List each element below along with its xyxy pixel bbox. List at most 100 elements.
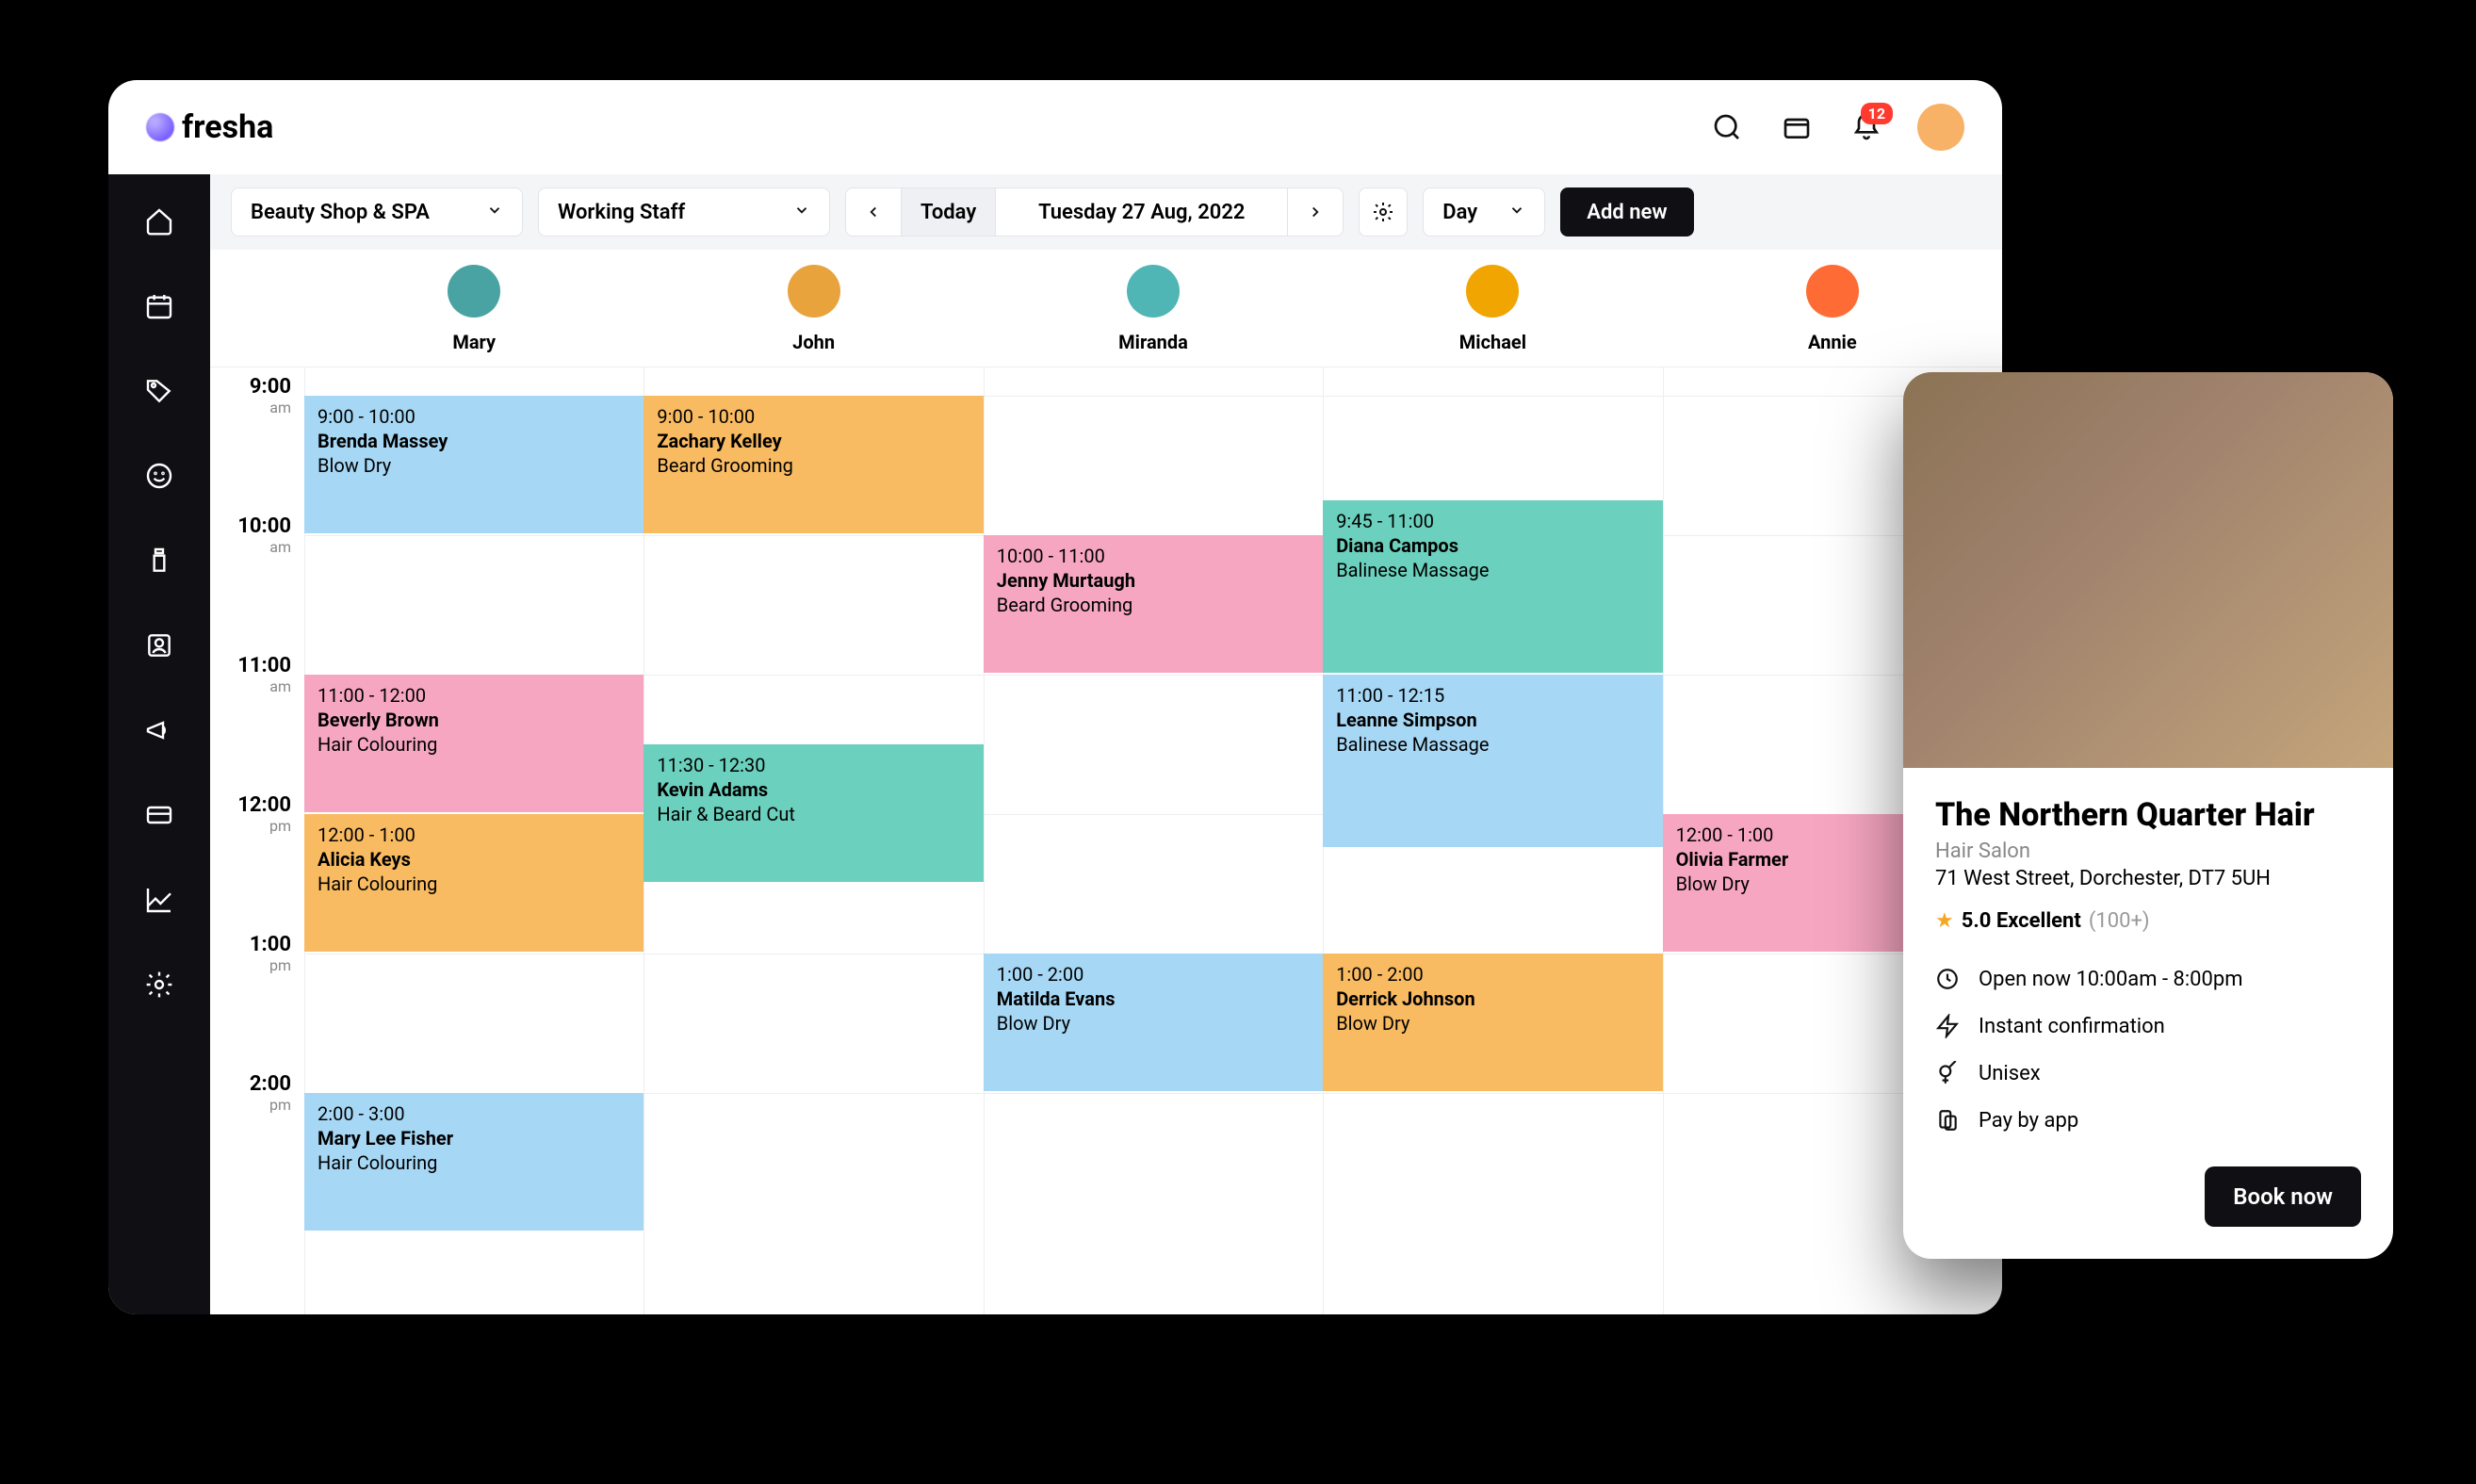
nav-marketing[interactable] xyxy=(140,711,178,749)
calendar-event[interactable]: 2:00 - 3:00Mary Lee FisherHair Colouring xyxy=(304,1093,643,1231)
calendar-grid[interactable]: 9:00am10:00am11:00am12:00pm1:00pm2:00pm … xyxy=(210,367,2002,1314)
calendar-event[interactable]: 11:00 - 12:15Leanne SimpsonBalinese Mass… xyxy=(1323,675,1662,847)
event-client: Derrick Johnson xyxy=(1336,987,1649,1010)
bottle-icon xyxy=(144,546,174,576)
feature-unisex: Unisex xyxy=(1935,1061,2361,1085)
smile-icon xyxy=(144,461,174,491)
gear-icon xyxy=(1372,201,1394,223)
event-service: Hair Colouring xyxy=(318,872,630,895)
clock-icon xyxy=(1935,967,1960,991)
staff-header[interactable]: Michael xyxy=(1323,250,1662,367)
view-dropdown[interactable]: Day xyxy=(1423,188,1545,236)
calendar-settings-button[interactable] xyxy=(1359,188,1408,236)
card-icon xyxy=(144,800,174,830)
time-column: 9:00am10:00am11:00am12:00pm1:00pm2:00pm xyxy=(210,367,304,1314)
nav-products[interactable] xyxy=(140,542,178,579)
calendar-event[interactable]: 10:00 - 11:00Jenny MurtaughBeard Groomin… xyxy=(984,535,1323,673)
nav-tags[interactable] xyxy=(140,372,178,410)
add-new-label: Add new xyxy=(1587,201,1667,224)
event-client: Leanne Simpson xyxy=(1336,709,1649,731)
staff-name: Annie xyxy=(1808,331,1857,353)
business-title: The Northern Quarter Hair xyxy=(1935,796,2361,834)
time-label: 9:00am xyxy=(250,375,291,416)
time-label: 12:00pm xyxy=(237,793,291,835)
search-button[interactable] xyxy=(1708,108,1746,146)
star-icon: ★ xyxy=(1935,909,1954,933)
app-window: fresha 12 xyxy=(108,80,2002,1314)
today-label: Today xyxy=(920,201,976,224)
staff-avatar xyxy=(1806,265,1859,318)
view-label: Day xyxy=(1442,201,1477,224)
brand-logo[interactable]: fresha xyxy=(146,108,273,146)
staff-filter-label: Working Staff xyxy=(558,201,685,224)
date-label: Tuesday 27 Aug, 2022 xyxy=(1038,201,1245,224)
megaphone-icon xyxy=(144,715,174,745)
features: Open now 10:00am - 8:00pm Instant confir… xyxy=(1935,967,2361,1133)
nav-team[interactable] xyxy=(140,627,178,664)
nav-calendar[interactable] xyxy=(140,287,178,325)
feature-pay: Pay by app xyxy=(1935,1108,2361,1133)
event-client: Brenda Massey xyxy=(318,430,630,452)
staff-header[interactable]: Miranda xyxy=(984,250,1323,367)
business-photo xyxy=(1903,372,2393,768)
calendar-event[interactable]: 1:00 - 2:00Derrick JohnsonBlow Dry xyxy=(1323,954,1662,1091)
nav-payments[interactable] xyxy=(140,796,178,834)
user-avatar[interactable] xyxy=(1917,104,1964,151)
location-dropdown[interactable]: Beauty Shop & SPA xyxy=(231,188,523,236)
business-address: 71 West Street, Dorchester, DT7 5UH xyxy=(1935,867,2361,890)
nav-clients[interactable] xyxy=(140,457,178,495)
event-client: Zachary Kelley xyxy=(657,430,969,452)
calendar-event[interactable]: 12:00 - 1:00Alicia KeysHair Colouring xyxy=(304,814,643,952)
notifications-button[interactable]: 12 xyxy=(1848,108,1885,146)
gear-icon xyxy=(144,970,174,1000)
calendar-event[interactable]: 11:00 - 12:00Beverly BrownHair Colouring xyxy=(304,675,643,812)
chevron-down-icon xyxy=(1508,201,1525,224)
staff-name: Miranda xyxy=(1118,331,1188,353)
brand-name: fresha xyxy=(182,108,273,146)
tag-icon xyxy=(144,376,174,406)
wallet-button[interactable] xyxy=(1778,108,1816,146)
current-date[interactable]: Tuesday 27 Aug, 2022 xyxy=(996,188,1288,236)
calendar-event[interactable]: 9:45 - 11:00Diana CamposBalinese Massage xyxy=(1323,500,1662,673)
event-client: Mary Lee Fisher xyxy=(318,1127,630,1150)
chart-icon xyxy=(144,885,174,915)
calendar-event[interactable]: 1:00 - 2:00Matilda EvansBlow Dry xyxy=(984,954,1323,1091)
main: Beauty Shop & SPA Working Staff Today Tu… xyxy=(108,174,2002,1314)
nav-home[interactable] xyxy=(140,203,178,240)
event-client: Diana Campos xyxy=(1336,534,1649,557)
time-label: 10:00am xyxy=(237,514,291,556)
staff-avatar xyxy=(1127,265,1180,318)
staff-header[interactable]: John xyxy=(643,250,983,367)
calendar-event[interactable]: 11:30 - 12:30Kevin AdamsHair & Beard Cut xyxy=(643,744,983,882)
time-label: 1:00pm xyxy=(250,933,291,974)
nav-settings[interactable] xyxy=(140,966,178,1003)
calendar-event[interactable]: 9:00 - 10:00Zachary KelleyBeard Grooming xyxy=(643,396,983,533)
prev-day-button[interactable] xyxy=(846,188,902,236)
calendar-event[interactable]: 9:00 - 10:00Brenda MasseyBlow Dry xyxy=(304,396,643,533)
event-client: Matilda Evans xyxy=(997,987,1310,1010)
feature-instant-label: Instant confirmation xyxy=(1979,1015,2165,1038)
event-time: 9:00 - 10:00 xyxy=(318,405,630,428)
rating-value: 5.0 Excellent xyxy=(1962,909,2081,933)
add-new-button[interactable]: Add new xyxy=(1560,188,1693,236)
book-now-button[interactable]: Book now xyxy=(2205,1166,2361,1227)
staff-header[interactable]: Mary xyxy=(304,250,643,367)
event-time: 2:00 - 3:00 xyxy=(318,1102,630,1125)
today-button[interactable]: Today xyxy=(902,188,996,236)
event-service: Hair & Beard Cut xyxy=(657,803,969,825)
date-navigator: Today Tuesday 27 Aug, 2022 xyxy=(845,188,1344,236)
feature-pay-label: Pay by app xyxy=(1979,1109,2078,1133)
staff-avatar xyxy=(1466,265,1519,318)
staff-filter-dropdown[interactable]: Working Staff xyxy=(538,188,830,236)
notifications-badge: 12 xyxy=(1861,103,1893,124)
brand-dot-icon xyxy=(146,113,174,141)
staff-header[interactable]: Annie xyxy=(1663,250,2002,367)
event-client: Jenny Murtaugh xyxy=(997,569,1310,592)
nav-reports[interactable] xyxy=(140,881,178,919)
business-card: The Northern Quarter Hair Hair Salon 71 … xyxy=(1903,372,2393,1259)
home-icon xyxy=(144,206,174,236)
time-label: 11:00am xyxy=(237,654,291,695)
next-day-button[interactable] xyxy=(1288,188,1343,236)
event-service: Beard Grooming xyxy=(997,594,1310,616)
business-type: Hair Salon xyxy=(1935,840,2361,863)
